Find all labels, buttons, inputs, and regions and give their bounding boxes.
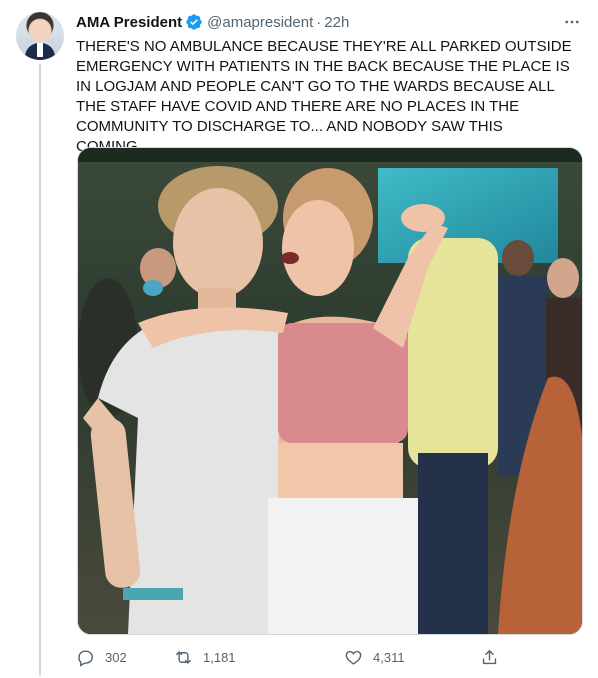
reply-button[interactable]: 302	[76, 648, 127, 667]
more-button[interactable]	[562, 12, 582, 32]
tweet-text: THERE'S NO AMBULANCE BECAUSE THEY'RE ALL…	[76, 38, 572, 155]
meme-photo	[78, 148, 582, 634]
thread-line	[39, 64, 41, 676]
retweet-count: 1,181	[203, 650, 236, 665]
reply-count: 302	[105, 650, 127, 665]
tweet-header: AMA President @amapresident · 22h	[76, 12, 349, 32]
like-count: 4,311	[373, 650, 405, 665]
separator: ·	[316, 13, 322, 31]
retweet-icon	[176, 651, 191, 664]
verified-badge-icon	[186, 14, 202, 30]
more-dots-icon	[565, 20, 579, 24]
tweet[interactable]: AMA President @amapresident · 22h THERE'…	[0, 0, 598, 678]
share-icon	[482, 650, 497, 665]
reply-icon	[78, 650, 93, 667]
tweet-actions: 302 1,181 4,311	[76, 644, 506, 672]
avatar[interactable]	[16, 12, 64, 60]
timestamp[interactable]: 22h	[324, 14, 349, 31]
handle[interactable]: @amapresident	[207, 14, 313, 31]
share-button[interactable]	[480, 648, 499, 667]
avatar-column	[16, 12, 64, 60]
tweet-photo[interactable]	[77, 147, 583, 635]
retweet-button[interactable]: 1,181	[174, 648, 236, 667]
heart-icon	[345, 650, 362, 665]
like-button[interactable]: 4,311	[344, 648, 405, 667]
display-name[interactable]: AMA President	[76, 14, 182, 31]
